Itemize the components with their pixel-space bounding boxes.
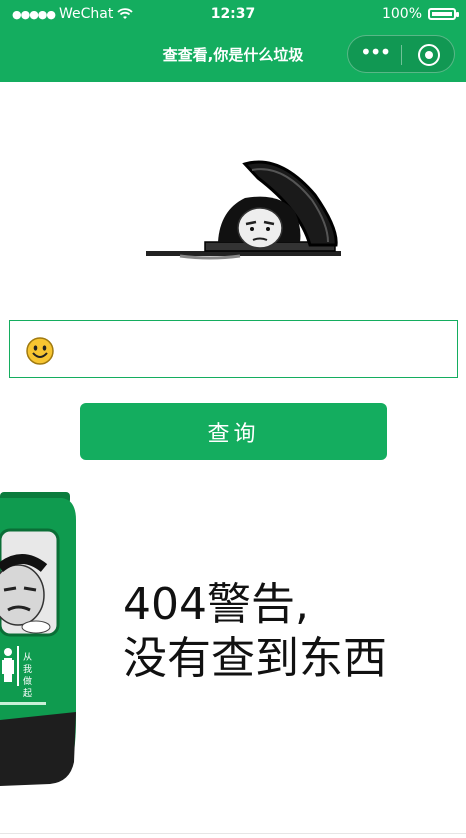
top-bar: ●●●●● WeChat 12:37 100% 查查看,你是什么垃圾 •••	[0, 0, 466, 82]
not-found-message: 404警告, 没有查到东西	[123, 578, 453, 686]
capsule-divider	[401, 45, 402, 65]
smiley-emoji-icon	[26, 337, 54, 365]
svg-text:我: 我	[23, 664, 32, 675]
message-line-2: 没有查到东西	[123, 633, 387, 684]
battery-percent: 100%	[381, 6, 422, 22]
peeking-head-illustration	[146, 160, 341, 260]
trash-bin-illustration: 从 我 做 起	[0, 492, 76, 786]
status-bar: ●●●●● WeChat 12:37 100%	[0, 0, 466, 30]
close-miniprogram-icon[interactable]	[418, 44, 440, 66]
bottom-divider	[0, 833, 466, 834]
status-right: 100%	[381, 6, 459, 22]
battery-icon	[428, 8, 459, 20]
svg-text:起: 起	[23, 688, 32, 699]
search-input[interactable]	[64, 329, 448, 371]
more-menu-icon[interactable]: •••	[360, 42, 391, 62]
miniprogram-capsule: •••	[347, 35, 455, 73]
svg-text:从: 从	[23, 652, 32, 663]
query-button[interactable]: 查询	[80, 403, 387, 460]
message-line-1: 404警告,	[123, 579, 309, 630]
search-box	[9, 320, 458, 378]
svg-text:做: 做	[23, 675, 32, 687]
